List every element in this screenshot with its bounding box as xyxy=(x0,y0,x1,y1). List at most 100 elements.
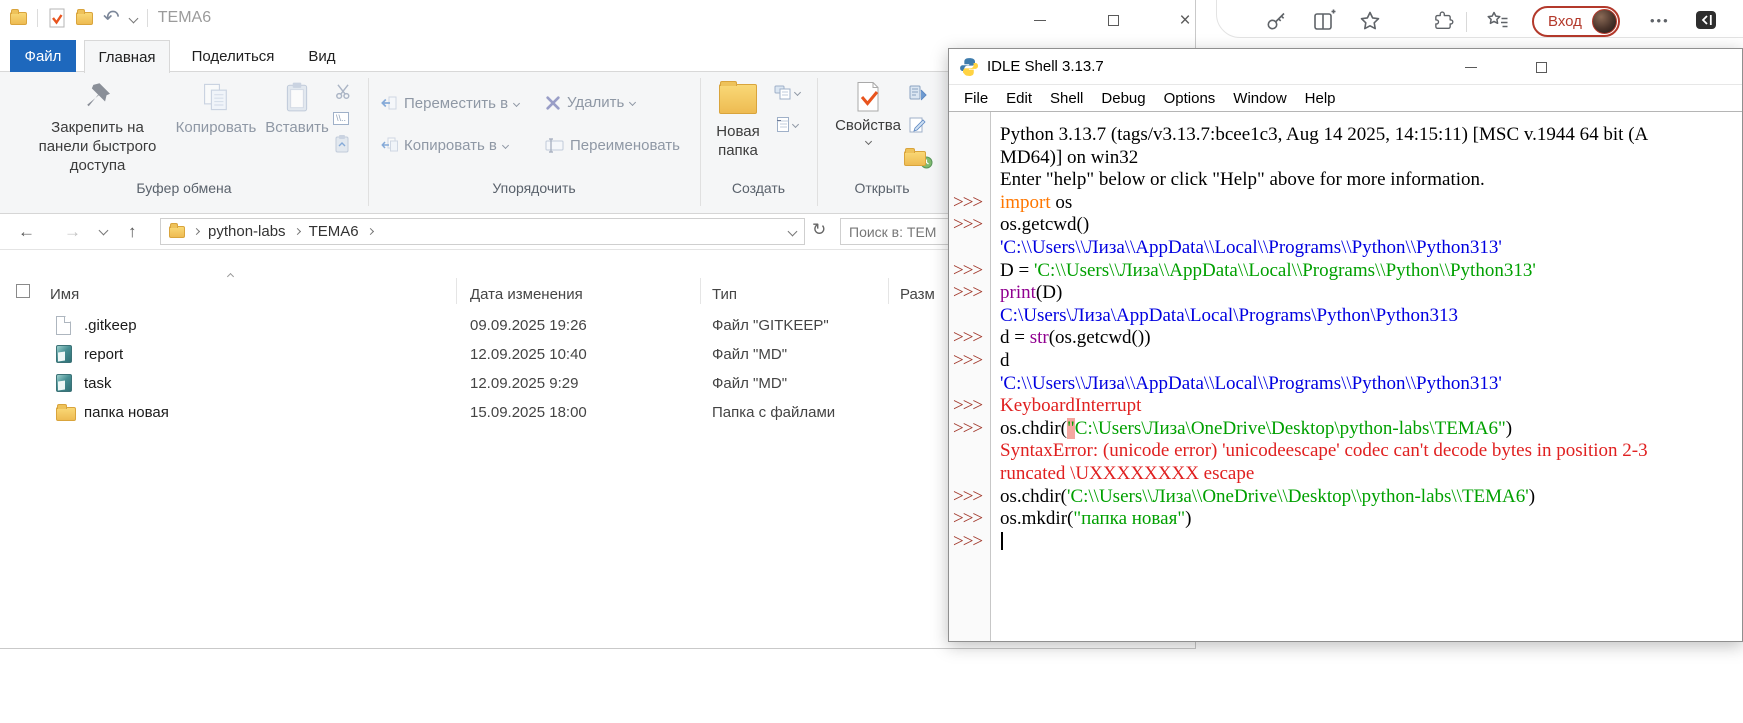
shell-line-text: os.chdir('C:\\Users\\Лиза\\OneDrive\\Des… xyxy=(991,486,1742,509)
shell-line: 'C:\\Users\\Лиза\\AppData\\Local\\Progra… xyxy=(949,237,1742,260)
shell-prompt: >>> xyxy=(949,350,991,373)
menu-shell[interactable]: Shell xyxy=(1041,90,1092,107)
refresh-icon[interactable]: ↻ xyxy=(812,220,826,240)
folder-icon xyxy=(56,407,76,421)
file-row[interactable]: report12.09.2025 10:40Файл "MD" xyxy=(0,341,940,370)
shell-line-text: os.chdir("C:\Users\Лиза\OneDrive\Desktop… xyxy=(991,418,1742,441)
extensions-icon[interactable] xyxy=(1432,10,1454,32)
file-row[interactable]: .gitkeep09.09.2025 19:26Файл "GITKEEP" xyxy=(0,312,940,341)
rename-button[interactable]: Переименовать xyxy=(545,136,680,154)
edit-button[interactable] xyxy=(908,116,926,134)
pin-to-quick-access-button[interactable]: Закрепить на панели быстрого доступа xyxy=(25,80,170,175)
column-header-type[interactable]: Тип xyxy=(712,286,737,303)
properties-quick-icon[interactable] xyxy=(48,8,66,28)
tab-share[interactable]: Поделиться xyxy=(180,40,286,72)
favorites-star-icon[interactable] xyxy=(1358,9,1382,33)
copy-to-button[interactable]: Копировать в xyxy=(380,136,508,154)
select-all-checkbox[interactable] xyxy=(16,284,30,298)
shell-line-text: d xyxy=(991,350,1742,373)
cut-button[interactable] xyxy=(334,82,352,100)
shell-line: >>>os.mkdir("папка новая") xyxy=(949,508,1742,531)
shell-line-text: Enter "help" below or click "Help" above… xyxy=(991,169,1742,192)
paste-button[interactable]: Вставить xyxy=(262,80,332,137)
copy-path-button[interactable]: \\.. xyxy=(333,112,349,125)
menu-file[interactable]: File xyxy=(955,90,997,107)
customize-qat-chevron-icon[interactable] xyxy=(128,13,138,23)
menu-options[interactable]: Options xyxy=(1155,90,1225,107)
shell-prompt: >>> xyxy=(949,508,991,531)
file-type: Папка с файлами xyxy=(712,404,835,421)
file-date: 15.09.2025 18:00 xyxy=(470,404,587,421)
shell-line: >>>os.chdir('C:\\Users\\Лиза\\OneDrive\\… xyxy=(949,486,1742,509)
copy-button[interactable]: Копировать xyxy=(170,80,262,137)
shell-prompt xyxy=(949,463,991,486)
titlebar-separator2 xyxy=(147,9,148,27)
properties-button[interactable]: Свойства xyxy=(836,80,900,144)
undo-icon[interactable]: ↶ xyxy=(103,8,120,28)
favorites-hub-icon[interactable] xyxy=(1486,9,1510,33)
menu-edit[interactable]: Edit xyxy=(997,90,1041,107)
shell-line: >>>print(D) xyxy=(949,282,1742,305)
shell-prompt: >>> xyxy=(949,260,991,283)
tab-file[interactable]: Файл xyxy=(10,40,76,72)
shell-line-text: print(D) xyxy=(991,282,1742,305)
split-screen-icon[interactable] xyxy=(1312,9,1336,33)
explorer-close-button[interactable]: × xyxy=(1168,7,1202,33)
back-arrow-icon[interactable]: ← xyxy=(18,222,35,242)
shell-prompt xyxy=(949,440,991,463)
shell-output[interactable]: Python 3.13.7 (tags/v3.13.7:bcee1c3, Aug… xyxy=(949,112,1742,553)
shell-line: >>>d = str(os.getcwd()) xyxy=(949,327,1742,350)
menu-debug[interactable]: Debug xyxy=(1092,90,1154,107)
new-folder-quick-icon[interactable] xyxy=(76,12,93,25)
file-name: .gitkeep xyxy=(84,317,137,334)
shell-line-text: KeyboardInterrupt xyxy=(991,395,1742,418)
explorer-minimize-button[interactable] xyxy=(1023,7,1057,33)
paste-shortcut-button[interactable] xyxy=(334,134,350,154)
recent-locations-chevron-icon[interactable] xyxy=(99,226,109,236)
forward-arrow-icon[interactable]: → xyxy=(64,222,81,242)
properties-chevron-icon xyxy=(864,138,871,145)
delete-button[interactable]: Удалить xyxy=(545,94,635,111)
menu-help[interactable]: Help xyxy=(1296,90,1345,107)
idle-minimize-button[interactable] xyxy=(1454,54,1488,80)
new-folder-icon xyxy=(719,84,757,114)
breadcrumb-item[interactable]: python-labs xyxy=(208,223,286,240)
column-header-name[interactable]: Имя xyxy=(50,286,79,303)
folder-history-button[interactable] xyxy=(904,148,933,169)
more-menu-icon[interactable]: ••• xyxy=(1650,13,1670,28)
address-dropdown-chevron-icon[interactable] xyxy=(788,227,798,237)
new-item-button[interactable] xyxy=(776,116,798,133)
explorer-maximize-button[interactable] xyxy=(1096,7,1130,33)
easy-access-button[interactable] xyxy=(774,84,800,100)
sidebar-toggle-icon[interactable] xyxy=(1694,8,1718,32)
tab-home[interactable]: Главная xyxy=(84,40,170,73)
breadcrumb[interactable]: python-labs ТЕМА6 xyxy=(160,218,805,245)
shell-line-text: os.getcwd() xyxy=(991,214,1742,237)
file-row[interactable]: task12.09.2025 9:29Файл "MD" xyxy=(0,370,940,399)
new-folder-button[interactable]: Новая папка xyxy=(706,80,770,160)
shell-prompt: >>> xyxy=(949,418,991,441)
shell-line-text: Python 3.13.7 (tags/v3.13.7:bcee1c3, Aug… xyxy=(991,124,1742,147)
group-label-organize: Упорядочить xyxy=(368,180,700,196)
edit-history-button[interactable] xyxy=(908,84,928,102)
file-date: 09.09.2025 19:26 xyxy=(470,317,587,334)
signin-button[interactable]: Вход xyxy=(1532,6,1620,37)
shell-prompt: >>> xyxy=(949,531,991,554)
shell-line-text: 'C:\\Users\\Лиза\\AppData\\Local\\Progra… xyxy=(991,373,1742,396)
move-to-icon xyxy=(380,94,398,112)
menu-window[interactable]: Window xyxy=(1224,90,1295,107)
idle-maximize-button[interactable] xyxy=(1524,54,1558,80)
column-header-date[interactable]: Дата изменения xyxy=(470,286,583,303)
shell-line-text: import os xyxy=(991,192,1742,215)
paste-shortcut-icon xyxy=(334,134,350,154)
key-icon[interactable] xyxy=(1264,9,1288,33)
copy-path-icon: \\.. xyxy=(333,112,349,125)
file-row[interactable]: папка новая15.09.2025 18:00Папка с файла… xyxy=(0,399,940,428)
tab-view[interactable]: Вид xyxy=(296,40,348,72)
avatar xyxy=(1592,9,1617,34)
column-header-size[interactable]: Разм xyxy=(900,286,935,303)
up-arrow-icon[interactable]: ↑ xyxy=(128,222,137,242)
idle-shell-body[interactable]: Python 3.13.7 (tags/v3.13.7:bcee1c3, Aug… xyxy=(949,111,1742,641)
move-to-button[interactable]: Переместить в xyxy=(380,94,519,112)
breadcrumb-item[interactable]: ТЕМА6 xyxy=(309,223,359,240)
